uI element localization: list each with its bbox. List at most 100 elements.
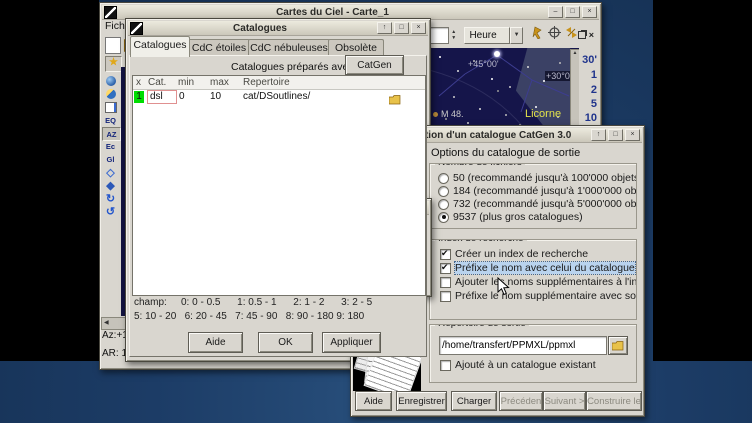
- row-min: 0: [179, 91, 185, 102]
- star-tool-icon[interactable]: [105, 56, 122, 72]
- checkbox-create-index[interactable]: Créer un index de recherche: [440, 248, 588, 260]
- catalogue-list[interactable]: x Cat. min max Repertoire 1 dsl 0 10 cat…: [132, 75, 426, 296]
- previous-button[interactable]: Précéden: [499, 391, 543, 411]
- col-header-cat[interactable]: Cat.: [148, 77, 166, 88]
- fov-button[interactable]: 30': [579, 54, 597, 66]
- combo-arrow-icon[interactable]: ▼: [510, 27, 523, 44]
- catalogues-dialog: Catalogues ↑ □ × Catalogues CdC étoiles …: [125, 18, 431, 362]
- champ-line1: 0: 0 - 0.5 1: 0.5 - 1 2: 1 - 2 3: 2 - 5: [181, 297, 423, 308]
- screen-black-border-left: [0, 0, 99, 361]
- col-header-x[interactable]: x: [136, 77, 141, 88]
- fov-button[interactable]: 5: [579, 98, 597, 110]
- checkbox-add-extra-names[interactable]: Ajouter les noms supplémentaires à l'ind…: [440, 276, 637, 288]
- build-catalogue-button[interactable]: Construire le: [586, 391, 642, 411]
- rotate-cw-icon[interactable]: ↻: [102, 192, 119, 204]
- shade-button[interactable]: ↑: [377, 22, 392, 34]
- radio-files-9537[interactable]: 9537 (plus gros catalogues): [438, 211, 583, 223]
- maximize-button[interactable]: □: [608, 129, 623, 141]
- checkbox-icon[interactable]: [440, 277, 451, 288]
- radio-files-50[interactable]: 50 (recommandé jusqu'à 100'000 objets: [438, 172, 637, 184]
- checkbox-icon[interactable]: [440, 360, 451, 371]
- close-button[interactable]: ×: [582, 6, 597, 18]
- row-active-marker[interactable]: 1: [134, 91, 144, 103]
- scroll-left-icon[interactable]: ◀: [102, 318, 109, 329]
- catalogue-short-name-editor[interactable]: dsl: [147, 90, 177, 104]
- coord-eq-button[interactable]: EQ: [102, 114, 119, 126]
- catalogues-title: Catalogues: [143, 23, 377, 34]
- prepared-with-label: Catalogues préparés avec: [231, 61, 354, 73]
- radio-files-184[interactable]: 184 (recommandé jusqu'à 1'000'000 obje: [438, 185, 637, 197]
- table-row[interactable]: 1 dsl 0 10 cat/DSoutlines/: [133, 90, 425, 105]
- time-step-spinner[interactable]: ▲ ▼: [450, 29, 457, 41]
- help-button[interactable]: Aide: [355, 391, 392, 411]
- index-group-legend: Index de recherche: [435, 239, 527, 244]
- shade-button[interactable]: ↑: [591, 129, 606, 141]
- list-header-row: x Cat. min max Repertoire: [133, 76, 425, 90]
- diamond-filled-icon[interactable]: ◆: [102, 179, 119, 191]
- checkbox-prefix-extra-label[interactable]: Préfixe le nom supplémentaire avec son l…: [440, 290, 637, 302]
- time-now-icon[interactable]: [531, 26, 544, 44]
- help-button[interactable]: Aide: [188, 332, 243, 353]
- scroll-up-icon[interactable]: ▲: [571, 50, 579, 56]
- planet-icon[interactable]: [102, 75, 119, 87]
- output-path-input[interactable]: [439, 336, 607, 355]
- app-icon: [130, 22, 143, 35]
- radio-icon[interactable]: [438, 199, 449, 210]
- maximize-button[interactable]: □: [394, 22, 409, 34]
- center-target-icon[interactable]: [548, 26, 561, 44]
- dock-close-icon[interactable]: ×: [589, 30, 594, 40]
- spin-down-icon[interactable]: ▼: [450, 35, 457, 41]
- row-repertoire: cat/DSoutlines/: [243, 91, 310, 102]
- coord-gl-button[interactable]: Gl: [102, 153, 119, 165]
- close-button[interactable]: ×: [625, 129, 640, 141]
- earth-icon[interactable]: [102, 88, 119, 100]
- ok-button[interactable]: OK: [258, 332, 313, 353]
- close-button[interactable]: ×: [411, 22, 426, 34]
- output-groupbox: Répertoire de sortie Ajouté à un catalog…: [429, 324, 637, 383]
- section-title: Options du catalogue de sortie: [431, 147, 580, 159]
- diamond-outline-icon[interactable]: ◇: [102, 166, 119, 178]
- index-groupbox: Index de recherche Créer un index de rec…: [429, 239, 637, 320]
- radio-icon[interactable]: [438, 186, 449, 197]
- row-folder-icon[interactable]: [389, 92, 401, 110]
- radio-icon[interactable]: [438, 173, 449, 184]
- fov-button[interactable]: 10: [579, 112, 597, 124]
- rotate-ccw-icon[interactable]: ↺: [102, 205, 119, 217]
- apply-button[interactable]: Appliquer: [322, 332, 381, 353]
- coord-az-button[interactable]: AZ: [102, 127, 121, 141]
- new-document-icon[interactable]: [105, 37, 121, 54]
- time-sync-icon[interactable]: [565, 26, 578, 44]
- dock-float-icon[interactable]: [578, 31, 586, 39]
- next-button[interactable]: Suivant >: [543, 391, 586, 411]
- declination-label-45: +45°00': [468, 59, 499, 69]
- main-window-title: Cartes du Ciel - Carte_1: [117, 7, 548, 18]
- app-icon: [104, 6, 117, 19]
- coord-ec-button[interactable]: Ec: [102, 140, 119, 152]
- output-group-legend: Répertoire de sortie: [435, 324, 529, 329]
- checkbox-prefix-name[interactable]: Préfixe le nom avec celui du catalogue: [440, 262, 635, 274]
- col-header-min[interactable]: min: [178, 77, 194, 88]
- browse-folder-button[interactable]: [608, 336, 628, 355]
- col-header-repertoire[interactable]: Repertoire: [243, 77, 290, 88]
- catalogues-titlebar[interactable]: Catalogues ↑ □ ×: [128, 21, 428, 36]
- checkbox-icon[interactable]: [440, 291, 451, 302]
- fov-panel: 30' 1 2 5 10: [579, 48, 599, 130]
- radio-icon[interactable]: [438, 212, 449, 223]
- checkbox-icon[interactable]: [440, 263, 451, 274]
- files-groupbox: Nombre de fichiers 50 (recommandé jusqu'…: [429, 163, 637, 229]
- constellation-label: Licorne: [525, 108, 561, 120]
- chart-config-icon[interactable]: [102, 101, 119, 113]
- catgen-button[interactable]: CatGen: [345, 55, 404, 75]
- checkbox-append-existing[interactable]: Ajouté à un catalogue existant: [440, 359, 596, 371]
- save-button[interactable]: Enregistrer: [396, 391, 447, 411]
- tab-catalogues[interactable]: Catalogues: [130, 36, 190, 57]
- fov-button[interactable]: 2: [579, 84, 597, 96]
- fov-button[interactable]: 1: [579, 69, 597, 81]
- minimize-button[interactable]: –: [548, 6, 563, 18]
- radio-files-732[interactable]: 732 (recommandé jusqu'à 5'000'000 obje: [438, 198, 637, 210]
- time-unit-combo[interactable]: Heure: [464, 27, 510, 44]
- maximize-button[interactable]: □: [565, 6, 580, 18]
- checkbox-icon[interactable]: [440, 249, 451, 260]
- load-button[interactable]: Charger: [451, 391, 497, 411]
- col-header-max[interactable]: max: [210, 77, 229, 88]
